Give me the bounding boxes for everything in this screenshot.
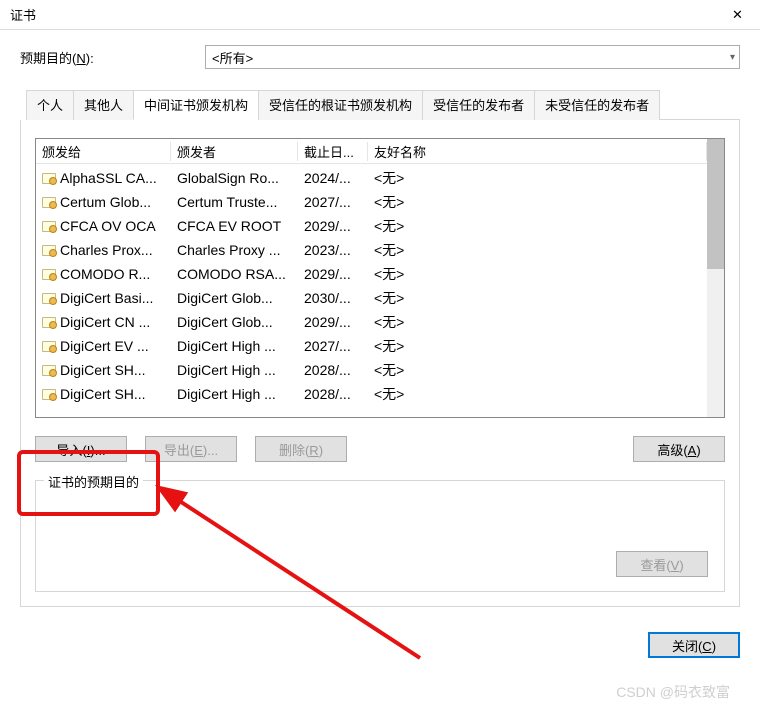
col-issued-to[interactable]: 颁发给: [36, 142, 171, 161]
cert-icon: [42, 197, 56, 208]
cert-icon: [42, 317, 56, 328]
scrollbar-thumb[interactable]: [707, 139, 724, 269]
close-icon: ✕: [732, 7, 743, 23]
cert-icon: [42, 293, 56, 304]
advanced-button[interactable]: 高级(A): [633, 436, 725, 462]
cert-icon: [42, 221, 56, 232]
table-body: AlphaSSL CA...GlobalSign Ro...2024/...<无…: [36, 164, 724, 406]
col-expiry[interactable]: 截止日...: [298, 142, 368, 161]
scrollbar[interactable]: [707, 139, 724, 417]
tab-0[interactable]: 个人: [26, 90, 74, 120]
purpose-selected-value: <所有>: [212, 48, 253, 67]
table-row[interactable]: COMODO R...COMODO RSA...2029/...<无>: [36, 262, 724, 286]
chevron-down-icon: ▾: [730, 52, 735, 63]
tab-4[interactable]: 受信任的发布者: [422, 90, 535, 120]
cert-icon: [42, 173, 56, 184]
titlebar: 证书 ✕: [0, 0, 760, 30]
tab-panel: 颁发给 颁发者 截止日... 友好名称 AlphaSSL CA...Global…: [20, 120, 740, 607]
table-row[interactable]: AlphaSSL CA...GlobalSign Ro...2024/...<无…: [36, 166, 724, 190]
tab-5[interactable]: 未受信任的发布者: [534, 90, 660, 120]
purpose-label: 预期目的(N):: [20, 48, 205, 67]
tabs: 个人其他人中间证书颁发机构受信任的根证书颁发机构受信任的发布者未受信任的发布者: [26, 89, 740, 120]
table-row[interactable]: DigiCert SH...DigiCert High ...2028/...<…: [36, 382, 724, 406]
table-row[interactable]: Certum Glob...Certum Truste...2027/...<无…: [36, 190, 724, 214]
export-button[interactable]: 导出(E)...: [145, 436, 237, 462]
table-row[interactable]: CFCA OV OCACFCA EV ROOT2029/...<无>: [36, 214, 724, 238]
table-row[interactable]: DigiCert Basi...DigiCert Glob...2030/...…: [36, 286, 724, 310]
watermark: CSDN @码衣致富: [616, 682, 730, 702]
cert-icon: [42, 269, 56, 280]
purpose-select[interactable]: <所有> ▾: [205, 45, 740, 69]
table-header: 颁发给 颁发者 截止日... 友好名称: [36, 139, 724, 164]
bottom-row: 关闭(C): [0, 617, 760, 673]
close-button[interactable]: 关闭(C): [648, 632, 740, 658]
col-friendly-name[interactable]: 友好名称: [368, 142, 707, 161]
window-title: 证书: [10, 5, 36, 24]
purpose-fieldset: 证书的预期目的 查看(V): [35, 480, 725, 592]
table-row[interactable]: DigiCert EV ...DigiCert High ...2027/...…: [36, 334, 724, 358]
table-row[interactable]: DigiCert SH...DigiCert High ...2028/...<…: [36, 358, 724, 382]
tab-3[interactable]: 受信任的根证书颁发机构: [258, 90, 423, 120]
table-row[interactable]: DigiCert CN ...DigiCert Glob...2029/...<…: [36, 310, 724, 334]
fieldset-legend: 证书的预期目的: [44, 472, 143, 491]
view-button[interactable]: 查看(V): [616, 551, 708, 577]
cert-icon: [42, 389, 56, 400]
table-row[interactable]: Charles Prox...Charles Proxy ...2023/...…: [36, 238, 724, 262]
remove-button[interactable]: 删除(R): [255, 436, 347, 462]
purpose-row: 预期目的(N): <所有> ▾: [20, 45, 740, 69]
cert-table: 颁发给 颁发者 截止日... 友好名称 AlphaSSL CA...Global…: [35, 138, 725, 418]
tab-1[interactable]: 其他人: [73, 90, 134, 120]
tab-2[interactable]: 中间证书颁发机构: [133, 90, 259, 120]
cert-icon: [42, 341, 56, 352]
import-button[interactable]: 导入(I)...: [35, 436, 127, 462]
button-row: 导入(I)... 导出(E)... 删除(R) 高级(A): [35, 436, 725, 462]
window-close-button[interactable]: ✕: [715, 0, 760, 30]
cert-icon: [42, 365, 56, 376]
col-issued-by[interactable]: 颁发者: [171, 142, 298, 161]
content-area: 预期目的(N): <所有> ▾ 个人其他人中间证书颁发机构受信任的根证书颁发机构…: [0, 30, 760, 617]
cert-icon: [42, 245, 56, 256]
